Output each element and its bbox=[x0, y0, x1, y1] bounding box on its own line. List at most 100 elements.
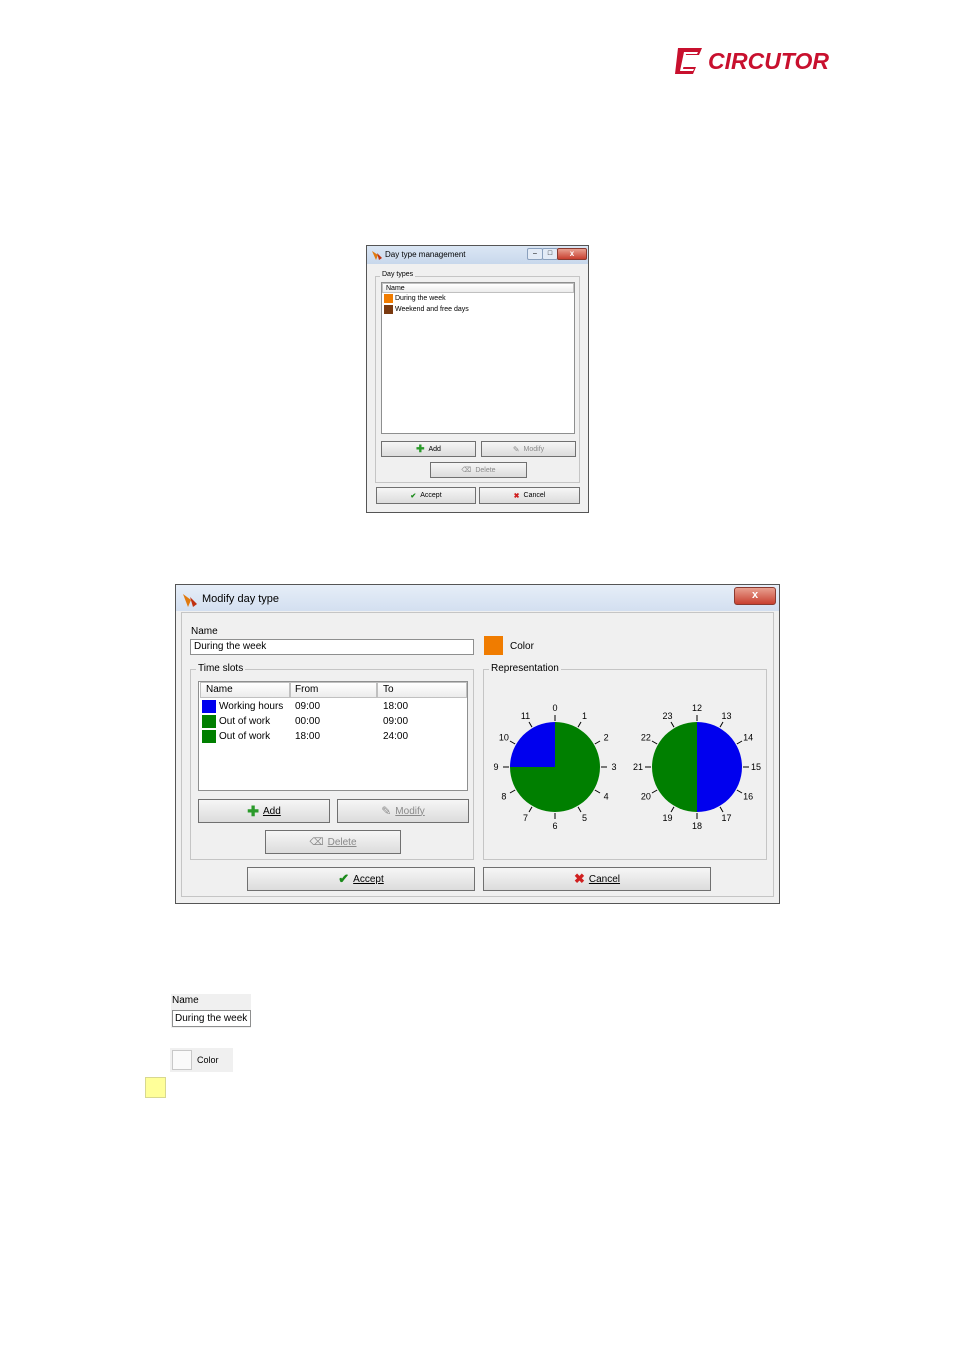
pm-clock-hour-label: 21 bbox=[633, 762, 643, 772]
slot-to: 24:00 bbox=[383, 731, 409, 742]
modify-day-type-window: Modify day type x Name During the week C… bbox=[175, 584, 780, 904]
circutor-logo: CIRCUTOR bbox=[672, 44, 847, 80]
from-column-header-label: From bbox=[295, 684, 319, 695]
highlight-swatch bbox=[145, 1077, 166, 1098]
accept-button-label: Accept bbox=[420, 492, 442, 499]
am-clock-hour-label: 4 bbox=[604, 792, 609, 802]
circutor-logo-mark bbox=[675, 48, 702, 74]
day-types-group-label: Day types bbox=[380, 271, 416, 278]
pm-clock-hour-label: 13 bbox=[721, 711, 731, 721]
modify-button-label: Modify bbox=[395, 805, 425, 817]
pm-clock-hour-label: 12 bbox=[692, 703, 702, 713]
color-swatch-button[interactable] bbox=[484, 636, 503, 655]
color-label: Color bbox=[197, 1055, 219, 1065]
table-row[interactable]: Working hours 09:00 18:00 bbox=[201, 699, 465, 714]
cancel-button[interactable]: ✖ Cancel bbox=[483, 867, 711, 891]
table-row[interactable]: Out of work 18:00 24:00 bbox=[201, 729, 465, 744]
app-icon bbox=[183, 594, 197, 607]
checkmark-icon: ✔ bbox=[338, 871, 350, 886]
accept-button-label: Accept bbox=[353, 873, 384, 885]
maximize-button[interactable]: □ bbox=[542, 248, 558, 260]
am-clock-hour-label: 5 bbox=[582, 813, 587, 823]
modify-button[interactable]: ✎ Modify bbox=[337, 799, 469, 823]
delete-button[interactable]: ⌫ Delete bbox=[265, 830, 401, 854]
slot-from: 18:00 bbox=[295, 731, 321, 742]
slot-color-swatch bbox=[202, 700, 216, 713]
list-item[interactable]: During the week bbox=[384, 294, 572, 304]
am-clock-tick bbox=[577, 721, 582, 728]
modify-button-label: Modify bbox=[523, 445, 545, 453]
name-column-header-label: Name bbox=[386, 285, 405, 292]
window-title: Day type management bbox=[385, 250, 466, 259]
name-field-value: During the week bbox=[194, 641, 267, 652]
add-button-label: Add bbox=[428, 445, 441, 453]
pm-clock-tick bbox=[719, 721, 724, 728]
name-column-header[interactable]: Name bbox=[200, 682, 290, 698]
pm-clock-hour-label: 16 bbox=[743, 792, 753, 802]
close-button[interactable]: x bbox=[557, 248, 587, 260]
day-types-list[interactable]: Name During the week Weekend and free da… bbox=[381, 282, 575, 434]
pm-clock-hour-label: 20 bbox=[641, 792, 651, 802]
am-clock-hour-label: 8 bbox=[501, 792, 506, 802]
to-column-header[interactable]: To bbox=[377, 682, 467, 698]
pencil-icon: ✎ bbox=[381, 804, 392, 818]
table-row[interactable]: Out of work 00:00 09:00 bbox=[201, 714, 465, 729]
pm-clock-tick bbox=[651, 789, 658, 794]
slot-to: 18:00 bbox=[383, 701, 409, 712]
am-clock-hour-label: 6 bbox=[552, 821, 557, 831]
add-button[interactable]: ✚ Add bbox=[381, 441, 476, 457]
accept-button[interactable]: ✔ Accept bbox=[376, 487, 476, 504]
color-swatch-button[interactable] bbox=[172, 1050, 192, 1070]
accept-button[interactable]: ✔ Accept bbox=[247, 867, 475, 891]
add-button[interactable]: ✚ Add bbox=[198, 799, 330, 823]
name-field-crop: Name During the week bbox=[171, 994, 251, 1028]
slot-color-swatch bbox=[202, 730, 216, 743]
pm-clock-hour-label: 17 bbox=[721, 813, 731, 823]
slot-from: 00:00 bbox=[295, 716, 321, 727]
color-button-crop: Color bbox=[170, 1048, 233, 1072]
pm-clock-slot-sector bbox=[697, 722, 742, 812]
list-item-label: Weekend and free days bbox=[395, 306, 469, 313]
am-clock-tick bbox=[509, 789, 516, 794]
pm-clock-tick bbox=[736, 789, 743, 794]
pm-clock-tick bbox=[651, 740, 658, 745]
from-column-header[interactable]: From bbox=[290, 682, 377, 698]
pm-clock-hour-label: 14 bbox=[743, 733, 753, 743]
pm-clock-hour-label: 22 bbox=[641, 733, 651, 743]
delete-button[interactable]: ⌫ Delete bbox=[430, 462, 527, 478]
list-item[interactable]: Weekend and free days bbox=[384, 305, 572, 315]
pm-clock-hour-label: 18 bbox=[692, 821, 702, 831]
time-slots-group-label: Time slots bbox=[196, 663, 246, 674]
add-icon: ✚ bbox=[416, 443, 425, 455]
close-button[interactable]: x bbox=[734, 587, 776, 605]
am-clock-tick bbox=[528, 721, 533, 728]
time-slots-list[interactable]: Name From To Working hours 09:00 18:00 O… bbox=[198, 681, 468, 791]
modify-button[interactable]: ✎ Modify bbox=[481, 441, 576, 457]
am-clock-hour-label: 3 bbox=[611, 762, 616, 772]
pm-clock-hour-label: 23 bbox=[662, 711, 672, 721]
eraser-icon: ⌫ bbox=[461, 467, 472, 474]
name-field[interactable]: During the week bbox=[172, 1010, 251, 1027]
pencil-icon: ✎ bbox=[512, 444, 520, 454]
color-label: Color bbox=[510, 641, 534, 652]
name-field-value: During the week bbox=[175, 1013, 248, 1024]
minimize-button[interactable]: – bbox=[527, 248, 543, 260]
day-type-management-window: Day type management – □ x Day types Name… bbox=[366, 245, 589, 513]
eraser-icon: ⌫ bbox=[309, 836, 324, 848]
slot-name: Out of work bbox=[219, 716, 271, 727]
name-column-header[interactable]: Name bbox=[382, 283, 574, 293]
am-clock-hour-label: 7 bbox=[523, 813, 528, 823]
am-clock-tick bbox=[594, 740, 601, 745]
cancel-button[interactable]: ✖ Cancel bbox=[479, 487, 580, 504]
am-clock-slot-sector bbox=[510, 722, 555, 767]
am-clock-tick bbox=[577, 806, 582, 813]
slot-name: Working hours bbox=[219, 701, 284, 712]
cancel-button-label: Cancel bbox=[523, 492, 546, 499]
pm-clock-tick bbox=[736, 740, 743, 745]
am-clock-tick bbox=[528, 806, 533, 813]
day-types-group: Day types Name During the week Weekend a… bbox=[375, 271, 580, 483]
pm-clock-hour-label: 19 bbox=[662, 813, 672, 823]
name-field[interactable]: During the week bbox=[190, 639, 474, 655]
am-clock-tick bbox=[594, 789, 601, 794]
color-swatch bbox=[384, 294, 393, 303]
